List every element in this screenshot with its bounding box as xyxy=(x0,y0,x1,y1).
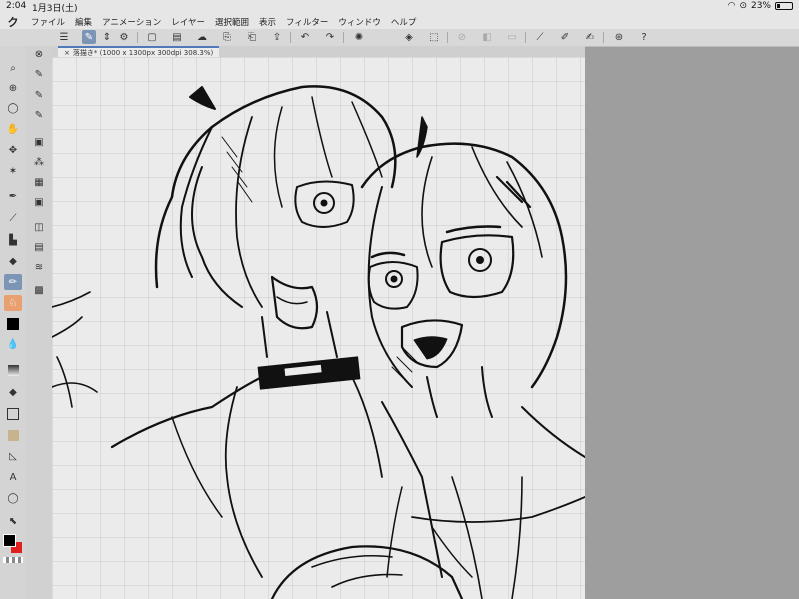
export-icon[interactable]: ⎘ xyxy=(220,30,234,44)
separator xyxy=(447,32,448,43)
menu-view[interactable]: 表示 xyxy=(254,16,281,28)
water-drop-icon[interactable]: 💧 xyxy=(4,336,22,352)
separator xyxy=(603,32,604,43)
clear-icon[interactable]: ⊘ xyxy=(455,30,469,44)
redo-icon[interactable]: ↷ xyxy=(323,30,337,44)
new-file-icon[interactable]: ▢ xyxy=(145,30,159,44)
deselect-icon[interactable]: ▭ xyxy=(505,30,519,44)
clock-date: 1月3日(土) xyxy=(32,4,78,14)
edit-mode-icon[interactable]: ✎ xyxy=(82,30,96,44)
undo-icon[interactable]: ↶ xyxy=(298,30,312,44)
settings-icon[interactable]: ⚙ xyxy=(117,30,131,44)
frame-icon[interactable]: ▣ xyxy=(30,194,48,210)
document-tab-bar: × 落描き* (1000 x 1300px 300dpi 308.3%) xyxy=(52,46,585,57)
select-arrow-icon[interactable]: ⬉ xyxy=(4,513,22,529)
menu-animation[interactable]: アニメーション xyxy=(97,16,166,28)
layer-panel-icon[interactable]: ≋ xyxy=(30,259,48,275)
separator xyxy=(137,32,138,43)
sub-pencil-icon[interactable]: ✎ xyxy=(30,66,48,82)
zoom-icon[interactable]: ⊕ xyxy=(4,80,22,96)
open-file-icon[interactable]: ▤ xyxy=(170,30,184,44)
drops-icon[interactable]: ⁂ xyxy=(30,154,48,170)
menu-layer[interactable]: レイヤー xyxy=(166,16,210,28)
close-icon[interactable]: × xyxy=(64,49,70,57)
separator xyxy=(343,32,344,43)
properties-icon[interactable]: ▤ xyxy=(30,239,48,255)
move-icon[interactable]: ✥ xyxy=(4,142,22,158)
layer-stack-icon[interactable]: ▦ xyxy=(30,174,48,190)
main-color-swatch[interactable] xyxy=(3,534,16,547)
battery-percent: 23% xyxy=(750,1,771,11)
expand-icon[interactable]: ⇕ xyxy=(100,30,114,44)
drawing-canvas[interactable] xyxy=(52,57,585,599)
menu-filter[interactable]: フィルター xyxy=(281,16,333,28)
magnifier-icon[interactable]: ⌕ xyxy=(4,60,22,76)
status-right: ◠ ⊙ 23% xyxy=(728,1,793,11)
eraser-icon[interactable]: ◆ xyxy=(4,253,22,269)
separator xyxy=(525,32,526,43)
eyedropper-icon[interactable]: ⟋ xyxy=(4,210,22,226)
separator xyxy=(290,32,291,43)
import-icon[interactable]: ⎗ xyxy=(245,30,259,44)
gradient-icon[interactable] xyxy=(4,362,22,378)
invert-selection-icon[interactable]: ◧ xyxy=(480,30,494,44)
menu-help[interactable]: ヘルプ xyxy=(386,16,422,28)
sketch-artwork xyxy=(52,57,585,599)
menu-file[interactable]: ファイル xyxy=(26,16,70,28)
menu-edit[interactable]: 編集 xyxy=(70,16,97,28)
ios-status-bar: 2:04 1月3日(土) ◠ ⊙ 23% xyxy=(0,0,799,14)
fill-bucket-icon[interactable]: ◈ xyxy=(402,30,416,44)
square-icon[interactable] xyxy=(4,406,22,422)
menu-window[interactable]: ウィンドウ xyxy=(333,16,386,28)
wifi-icon: ◠ xyxy=(727,1,736,11)
tan-square-icon[interactable] xyxy=(4,427,22,443)
command-bar: ☰ ✎ ⇕ ⚙ ▢ ▤ ☁ ⎘ ⎗ ⇪ ↶ ↷ ✺ ◈ ⬚ ⊘ ◧ ▭ ⟋ ✐ … xyxy=(0,29,799,47)
companion-icon[interactable]: ⊛ xyxy=(612,30,626,44)
fill-icon[interactable]: ▙ xyxy=(4,232,22,248)
loading-icon[interactable]: ✺ xyxy=(352,30,366,44)
document-tab-title: 落描き* (1000 x 1300px 300dpi 308.3%) xyxy=(72,48,214,57)
sub-tool-palette: ⊗ ✎ ✎ ✎ ▣ ⁂ ▦ ▣ ◫ ▤ ≋ ▩ xyxy=(26,46,53,599)
sub-brush-icon[interactable]: ✎ xyxy=(30,87,48,103)
text-icon[interactable]: A xyxy=(4,469,22,485)
layers-icon[interactable]: ◫ xyxy=(30,219,48,235)
clip-studio-logo-icon[interactable]: ク xyxy=(0,14,26,30)
clock-time: 2:04 xyxy=(6,1,27,11)
transparent-color-swatch[interactable] xyxy=(3,557,23,563)
menu-selection[interactable]: 選択範囲 xyxy=(210,16,254,28)
pen-pressure-icon[interactable]: ✍ xyxy=(583,30,597,44)
image-icon[interactable]: ▩ xyxy=(30,282,48,298)
transform-icon[interactable]: ⬚ xyxy=(427,30,441,44)
lasso-icon[interactable]: ◯ xyxy=(4,100,22,116)
document-tab[interactable]: × 落描き* (1000 x 1300px 300dpi 308.3%) xyxy=(58,46,220,57)
orientation-lock-icon: ⊙ xyxy=(739,1,747,11)
black-square-icon[interactable] xyxy=(4,316,22,332)
close-icon[interactable]: ⊗ xyxy=(30,46,48,62)
rabbit-icon[interactable]: ♘ xyxy=(4,295,22,311)
ruler-icon[interactable]: ⟋ xyxy=(533,30,547,44)
layer-icon[interactable]: ▣ xyxy=(30,134,48,150)
hamburger-menu-icon[interactable]: ☰ xyxy=(57,30,71,44)
battery-fill xyxy=(777,4,781,8)
cloud-icon[interactable]: ☁ xyxy=(195,30,209,44)
bucket-icon[interactable]: ◆ xyxy=(4,384,22,400)
tool-palette: ⌕ ⊕ ◯ ✋ ✥ ✶ ✒ ⟋ ▙ ◆ ✏ ♘ 💧 ◆ ◺ A ◯ ⬉ xyxy=(0,46,27,599)
sub-pen-icon[interactable]: ✎ xyxy=(30,107,48,123)
pen-icon[interactable]: ✒ xyxy=(4,188,22,204)
share-icon[interactable]: ⇪ xyxy=(270,30,284,44)
balloon-icon[interactable]: ◯ xyxy=(4,490,22,506)
help-icon[interactable]: ? xyxy=(637,30,651,44)
figure-icon[interactable]: ◺ xyxy=(4,448,22,464)
brush-icon[interactable]: ✐ xyxy=(558,30,572,44)
magic-wand-icon[interactable]: ✶ xyxy=(4,163,22,179)
menu-bar: ク ファイル 編集 アニメーション レイヤー 選択範囲 表示 フィルター ウィン… xyxy=(0,14,799,29)
hand-icon[interactable]: ✋ xyxy=(4,121,22,137)
battery-icon xyxy=(775,2,793,10)
pencil-icon[interactable]: ✏ xyxy=(4,274,22,290)
